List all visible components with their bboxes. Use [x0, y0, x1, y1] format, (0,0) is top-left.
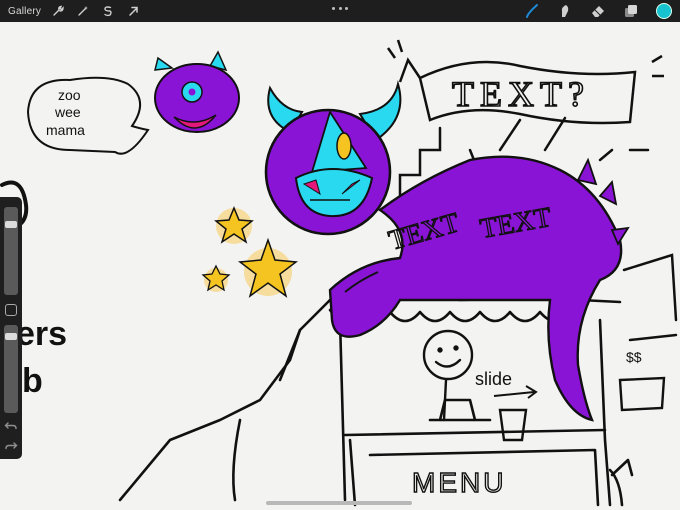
right-tool-group	[524, 0, 672, 22]
menu-label: MENU	[412, 467, 506, 498]
layers-icon[interactable]	[623, 3, 639, 19]
eraser-icon[interactable]	[590, 3, 606, 19]
transform-arrow-icon[interactable]	[125, 3, 141, 19]
opacity-thumb[interactable]	[5, 333, 17, 340]
brush-size-slider[interactable]	[4, 207, 18, 295]
banner-text: TEXT?	[452, 74, 590, 114]
bubble-line-1: zoo	[58, 87, 81, 103]
left-edge-text-2: b	[22, 362, 43, 400]
opacity-slider[interactable]	[4, 325, 18, 413]
drawing-canvas[interactable]: ers b zoo wee mama TEXT? slide $$ MENU T…	[0, 0, 680, 510]
undo-icon[interactable]	[4, 419, 18, 431]
selection-icon[interactable]	[100, 3, 116, 19]
wrench-icon[interactable]	[50, 3, 66, 19]
gallery-button[interactable]: Gallery	[8, 6, 41, 17]
top-toolbar: Gallery	[0, 0, 680, 22]
more-dots-icon[interactable]	[332, 4, 348, 12]
color-picker-button[interactable]	[656, 3, 672, 19]
left-edge-text-1: ers	[16, 315, 67, 353]
left-sidebar	[0, 197, 22, 459]
magic-wand-icon[interactable]	[75, 3, 91, 19]
home-indicator[interactable]	[266, 501, 412, 505]
brush-size-thumb[interactable]	[5, 221, 17, 228]
smudge-icon[interactable]	[557, 3, 573, 19]
left-tool-group: Gallery	[0, 0, 141, 22]
bubble-line-2: wee	[54, 104, 81, 120]
brush-icon[interactable]	[524, 3, 540, 19]
price-mark: $$	[626, 349, 642, 365]
bubble-line-3: mama	[46, 122, 85, 138]
slide-label: slide	[475, 369, 512, 389]
redo-icon[interactable]	[4, 439, 18, 451]
modify-button[interactable]	[5, 304, 17, 316]
